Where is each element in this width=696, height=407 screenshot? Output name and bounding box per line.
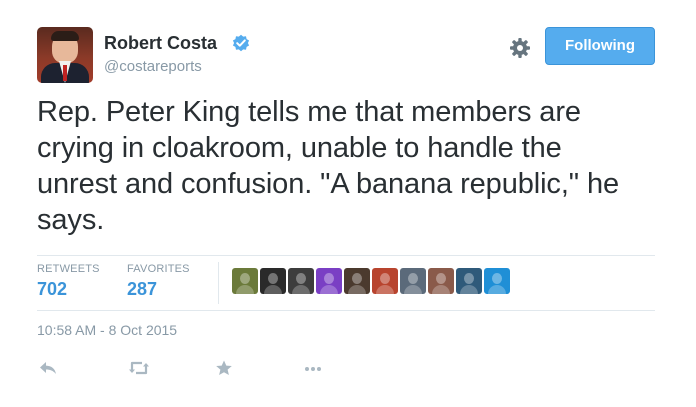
gear-icon[interactable]	[508, 36, 532, 60]
favoriter-avatar[interactable]	[428, 268, 454, 294]
user-avatar-icon	[492, 273, 502, 284]
favoriter-avatar[interactable]	[260, 268, 286, 294]
author-avatar[interactable]	[37, 27, 93, 83]
tweet-card: Robert Costa @costareports Following Rep…	[0, 0, 696, 407]
favorites-count[interactable]: 287	[127, 279, 190, 300]
retweet-icon[interactable]	[128, 360, 150, 376]
user-avatar-icon	[296, 273, 306, 284]
user-avatar-icon	[240, 273, 250, 284]
retweets-stat[interactable]: RETWEETS 702	[37, 263, 100, 300]
favorite-icon[interactable]	[214, 360, 234, 376]
favoriter-avatar[interactable]	[316, 268, 342, 294]
user-avatar-icon	[408, 273, 418, 284]
verified-badge-icon	[232, 34, 250, 52]
retweets-label: RETWEETS	[37, 263, 100, 275]
divider	[37, 310, 655, 311]
favoriter-avatar[interactable]	[288, 268, 314, 294]
favorites-stat[interactable]: FAVORITES 287	[127, 263, 190, 300]
favoriter-avatar[interactable]	[456, 268, 482, 294]
user-avatar-icon	[464, 273, 474, 284]
user-avatar-icon	[380, 273, 390, 284]
reply-icon[interactable]	[38, 360, 58, 376]
tweet-timestamp[interactable]: 10:58 AM - 8 Oct 2015	[37, 322, 177, 338]
user-avatar-icon	[268, 273, 278, 284]
favoriter-avatar[interactable]	[484, 268, 510, 294]
more-icon[interactable]	[303, 360, 323, 376]
user-avatar-icon	[352, 273, 362, 284]
favoriter-avatar[interactable]	[344, 268, 370, 294]
divider	[218, 262, 219, 304]
user-avatar-icon	[324, 273, 334, 284]
author-name[interactable]: Robert Costa	[104, 33, 217, 54]
retweets-count[interactable]: 702	[37, 279, 100, 300]
following-button[interactable]: Following	[545, 27, 655, 65]
user-avatar-icon	[436, 273, 446, 284]
author-handle[interactable]: @costareports	[104, 58, 202, 75]
favoriter-avatar[interactable]	[400, 268, 426, 294]
favoriter-avatar[interactable]	[232, 268, 258, 294]
divider	[37, 255, 655, 256]
favoriter-avatar[interactable]	[372, 268, 398, 294]
favorites-label: FAVORITES	[127, 263, 190, 275]
tweet-text: Rep. Peter King tells me that members ar…	[37, 96, 619, 236]
